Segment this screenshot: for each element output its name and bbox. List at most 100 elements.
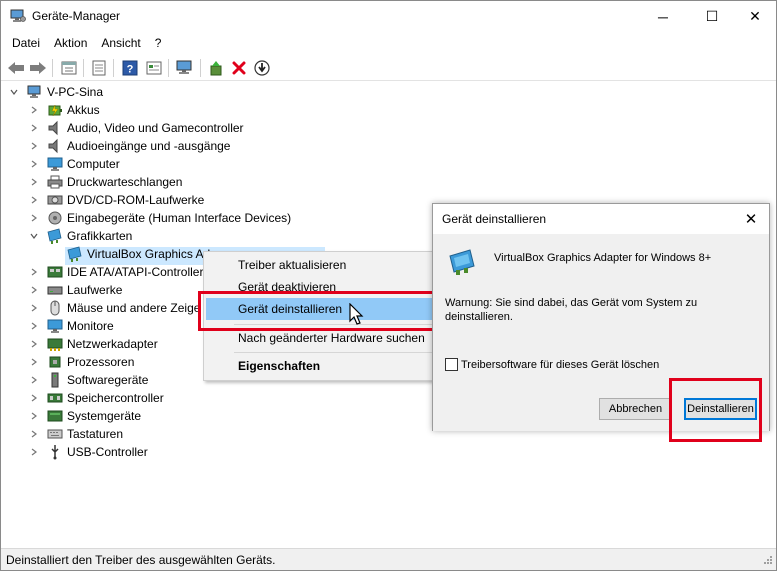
speaker-icon bbox=[47, 138, 63, 154]
properties-icon[interactable] bbox=[59, 58, 79, 78]
speaker-icon bbox=[47, 120, 63, 136]
toolbar: ? bbox=[1, 54, 776, 81]
tree-item-label: Systemgeräte bbox=[67, 409, 142, 423]
tree-item-label: Eingabegeräte (Human Interface Devices) bbox=[67, 211, 292, 225]
tree-item-4[interactable]: Druckwarteschlangen bbox=[1, 173, 776, 191]
display-adapter-icon bbox=[449, 249, 475, 275]
dialog-close-button[interactable]: ✕ bbox=[733, 204, 769, 234]
dialog-warning-text: Warnung: Sie sind dabei, das Gerät vom S… bbox=[445, 297, 698, 323]
action-view-icon[interactable] bbox=[144, 58, 164, 78]
tree-item-label: Audioeingänge und -ausgänge bbox=[67, 139, 231, 153]
tree-item-label: Monitore bbox=[67, 319, 114, 333]
tree-item-label: Softwaregeräte bbox=[67, 373, 149, 387]
chevron-right-icon[interactable] bbox=[29, 105, 39, 115]
tree-item-label: Tastaturen bbox=[67, 427, 124, 441]
chevron-right-icon[interactable] bbox=[29, 213, 39, 223]
download-icon[interactable] bbox=[252, 58, 272, 78]
tree-item-label: Mäuse und andere Zeige bbox=[67, 301, 201, 315]
tree-item-label: Laufwerke bbox=[67, 283, 123, 297]
display-adapter-icon bbox=[67, 246, 83, 262]
monitor-icon bbox=[47, 318, 63, 334]
chevron-right-icon[interactable] bbox=[29, 357, 39, 367]
software-device-icon bbox=[47, 372, 63, 388]
chevron-right-icon[interactable] bbox=[29, 285, 39, 295]
delete-driver-checkbox[interactable] bbox=[445, 358, 458, 371]
tree-item-label: Druckwarteschlangen bbox=[67, 175, 183, 189]
tree-item-root[interactable]: V-PC-Sina bbox=[1, 83, 776, 101]
tree-item-label: Audio, Video und Gamecontroller bbox=[67, 121, 244, 135]
chevron-right-icon[interactable] bbox=[29, 303, 39, 313]
menu-aktion[interactable]: Aktion bbox=[47, 32, 94, 54]
battery-icon bbox=[47, 102, 63, 118]
ide-controller-icon bbox=[47, 264, 63, 280]
computer-icon bbox=[27, 84, 43, 100]
back-arrow-icon[interactable] bbox=[6, 58, 26, 78]
update-driver-icon[interactable] bbox=[206, 58, 226, 78]
tree-item-label: IDE ATA/ATAPI-Controller bbox=[67, 265, 204, 279]
chevron-right-icon[interactable] bbox=[29, 375, 39, 385]
highlight-box-context bbox=[198, 291, 442, 331]
disc-drive-icon bbox=[47, 192, 63, 208]
processor-icon bbox=[47, 354, 63, 370]
tree-item-label: Speichercontroller bbox=[67, 391, 164, 405]
status-text: Deinstalliert den Treiber des ausgewählt… bbox=[6, 553, 276, 567]
maximize-button[interactable]: ☐ bbox=[689, 1, 735, 32]
chevron-right-icon[interactable] bbox=[29, 321, 39, 331]
menu-ansicht[interactable]: Ansicht bbox=[94, 32, 147, 54]
tree-item-label: VirtualBox Graphics Ad bbox=[87, 247, 211, 261]
tree-item-label: Computer bbox=[67, 157, 120, 171]
display-adapter-icon bbox=[47, 228, 63, 244]
tree-item-label: V-PC-Sina bbox=[47, 85, 104, 99]
cancel-button[interactable]: Abbrechen bbox=[599, 398, 672, 420]
chevron-down-icon[interactable] bbox=[29, 231, 39, 241]
storage-controller-icon bbox=[47, 390, 63, 406]
tree-item-label: USB-Controller bbox=[67, 445, 148, 459]
chevron-right-icon[interactable] bbox=[29, 177, 39, 187]
ctx-properties[interactable]: Eigenschaften bbox=[204, 355, 442, 377]
monitor-icon bbox=[47, 156, 63, 172]
tree-item-2[interactable]: Audioeingänge und -ausgänge bbox=[1, 137, 776, 155]
chevron-right-icon[interactable] bbox=[29, 447, 39, 457]
forward-arrow-icon[interactable] bbox=[28, 58, 48, 78]
hid-icon bbox=[47, 210, 63, 226]
network-adapter-icon bbox=[47, 336, 63, 352]
window-title: Geräte-Manager bbox=[32, 9, 121, 23]
mouse-cursor-icon bbox=[349, 303, 364, 325]
tree-item-label: Netzwerkadapter bbox=[67, 337, 158, 351]
help-icon[interactable]: ? bbox=[120, 58, 140, 78]
close-button[interactable]: ✕ bbox=[732, 1, 777, 32]
minimize-button[interactable]: ─ bbox=[640, 1, 686, 32]
chevron-right-icon[interactable] bbox=[29, 123, 39, 133]
chevron-right-icon[interactable] bbox=[29, 195, 39, 205]
tree-item-0[interactable]: Akkus bbox=[1, 101, 776, 119]
chevron-right-icon[interactable] bbox=[29, 411, 39, 421]
svg-text:?: ? bbox=[127, 64, 134, 76]
chevron-down-icon[interactable] bbox=[9, 87, 19, 97]
chevron-right-icon[interactable] bbox=[29, 159, 39, 169]
ctx-update-driver[interactable]: Treiber aktualisieren bbox=[204, 254, 442, 276]
tree-item-label: Akkus bbox=[67, 103, 100, 117]
menu-datei[interactable]: Datei bbox=[5, 32, 47, 54]
menu-bar: Datei Aktion Ansicht ? bbox=[1, 32, 776, 54]
dialog-title: Gerät deinstallieren bbox=[442, 212, 547, 226]
tree-item-19[interactable]: USB-Controller bbox=[1, 443, 776, 461]
drive-icon bbox=[47, 282, 63, 298]
chevron-right-icon[interactable] bbox=[29, 267, 39, 277]
tree-item-label: DVD/CD-ROM-Laufwerke bbox=[67, 193, 205, 207]
status-bar: Deinstalliert den Treiber des ausgewählt… bbox=[1, 548, 776, 570]
highlight-box-uninstall bbox=[669, 378, 762, 442]
chevron-right-icon[interactable] bbox=[29, 393, 39, 403]
chevron-right-icon[interactable] bbox=[29, 339, 39, 349]
tree-item-3[interactable]: Computer bbox=[1, 155, 776, 173]
menu-help[interactable]: ? bbox=[148, 32, 169, 54]
device-manager-icon bbox=[10, 9, 26, 22]
tree-item-1[interactable]: Audio, Video und Gamecontroller bbox=[1, 119, 776, 137]
delete-driver-checkbox-label[interactable]: Treibersoftware für dieses Gerät löschen bbox=[461, 359, 659, 371]
resize-grip-icon[interactable] bbox=[761, 555, 773, 567]
computer-scan-icon[interactable] bbox=[175, 58, 195, 78]
view-icon[interactable] bbox=[89, 58, 109, 78]
chevron-right-icon[interactable] bbox=[29, 141, 39, 151]
chevron-right-icon[interactable] bbox=[29, 429, 39, 439]
uninstall-x-icon[interactable] bbox=[229, 58, 249, 78]
printer-icon bbox=[47, 174, 63, 190]
